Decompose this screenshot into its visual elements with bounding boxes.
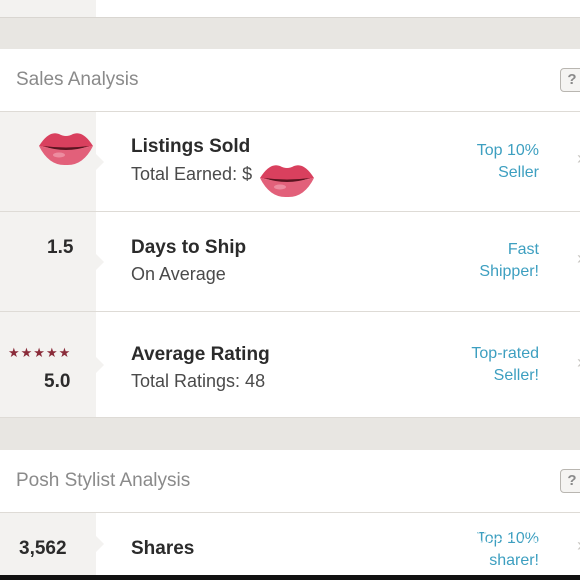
watermark-line-1: MADE WIT: [448, 517, 567, 538]
average-rating-metric-cell: [0, 312, 104, 417]
top-seller-badge: Top 10% Seller: [477, 140, 539, 184]
fast-shipper-badge: Fast Shipper!: [479, 239, 539, 283]
bottom-edge: [0, 575, 580, 580]
lips-icon: [260, 165, 314, 198]
badge-line-2: Seller: [498, 164, 539, 181]
top-rated-badge: Top-rated Seller!: [471, 343, 539, 387]
listings-sold-row[interactable]: Listings Sold Total Earned: $ Top 10% Se…: [0, 112, 580, 212]
shares-title: Shares: [131, 538, 195, 559]
average-rating-title: Average Rating: [131, 344, 270, 365]
days-to-ship-title: Days to Ship: [131, 237, 247, 258]
posh-stylist-analysis-header: Posh Stylist Analysis ?: [0, 450, 580, 513]
sales-analysis-title: Sales Analysis: [16, 69, 139, 90]
badge-line-1: Fast: [507, 241, 539, 258]
previous-card-left-column: [0, 0, 96, 17]
shares-value: 3,562: [19, 538, 67, 559]
total-earned-label: Total Earned: $: [131, 164, 253, 184]
average-rating-value: 5.0: [44, 371, 71, 392]
average-rating-row[interactable]: ★★★★★ 5.0 Average Rating Total Ratings: …: [0, 312, 580, 418]
days-to-ship-value: 1.5: [47, 237, 74, 258]
on-average-label: On Average: [131, 264, 226, 284]
badge-line-2: Shipper!: [479, 263, 539, 280]
listings-sold-title: Listings Sold: [131, 136, 251, 157]
poshmark-stats-screen: Sales Analysis ? Listings Sold Total Ear…: [0, 0, 580, 580]
watermark-line-2: FONTCAND: [448, 536, 562, 557]
lips-icon: [39, 133, 93, 166]
posh-stylist-analysis-title: Posh Stylist Analysis: [16, 470, 191, 491]
total-ratings-label: Total Ratings: 48: [131, 371, 266, 391]
help-icon[interactable]: ?: [560, 68, 580, 92]
days-to-ship-row[interactable]: 1.5 Days to Ship On Average Fast Shipper…: [0, 212, 580, 312]
days-to-ship-metric-cell: [0, 212, 104, 311]
badge-line-1: Top 10%: [476, 142, 539, 159]
sales-analysis-header: Sales Analysis ?: [0, 49, 580, 112]
badge-line-2: Seller!: [493, 367, 539, 384]
previous-card: [0, 0, 580, 18]
help-icon[interactable]: ?: [560, 469, 580, 493]
rating-stars: ★★★★★: [8, 345, 72, 360]
badge-line-1: Top-rated: [471, 345, 539, 362]
